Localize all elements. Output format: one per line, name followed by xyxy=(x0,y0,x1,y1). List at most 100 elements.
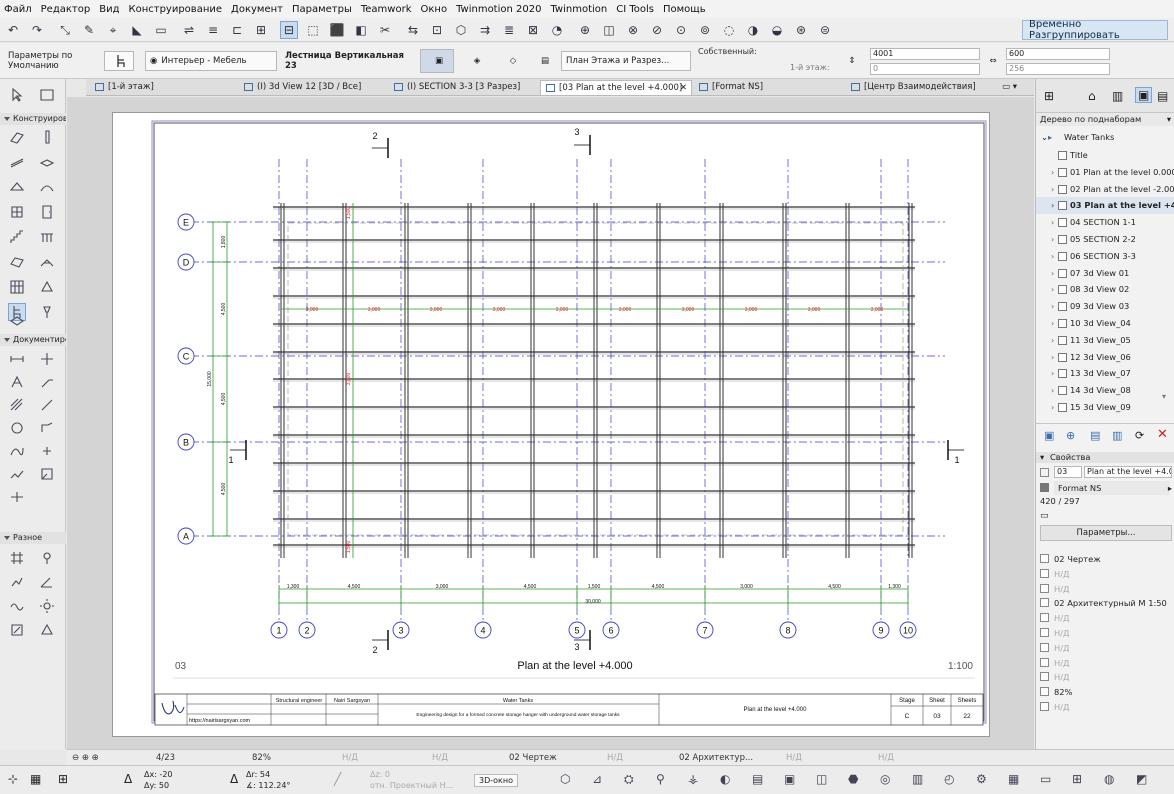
mesh-tool-icon[interactable] xyxy=(38,253,56,271)
menu-item[interactable]: Twinmotion xyxy=(550,4,607,15)
slab-tool-icon[interactable] xyxy=(38,153,56,171)
tab-menu-button[interactable]: ▭ ▾ xyxy=(998,80,1032,95)
delta-y[interactable]: Δy: 50 xyxy=(144,781,169,790)
layout-id-input[interactable]: 03 xyxy=(1054,466,1082,478)
menu-item[interactable]: CI Tools xyxy=(616,4,654,15)
gear-icon[interactable]: ⛭ xyxy=(624,772,634,787)
size-bottom-input[interactable]: 256 xyxy=(1006,63,1110,75)
snap-icon[interactable]: ⊟ xyxy=(280,21,298,39)
elevation-top-input[interactable]: 4001 xyxy=(870,48,980,60)
close-icon[interactable]: ⊗ xyxy=(624,21,642,39)
lamp-tool-icon[interactable] xyxy=(38,303,56,321)
plus-grid-icon[interactable]: ⊞ xyxy=(1072,772,1082,786)
curtain-wall-tool-icon[interactable] xyxy=(8,278,26,296)
properties-format-row[interactable]: Format NS ▸ xyxy=(1040,481,1172,495)
roof-tool-icon[interactable] xyxy=(8,178,26,196)
property-row[interactable]: Н/Д xyxy=(1040,670,1172,685)
target-icon[interactable]: ◎ xyxy=(880,772,890,786)
undo-view-icon[interactable]: ⊖ ⊕ ⊕ xyxy=(72,750,99,766)
property-row[interactable]: 02 Архитектурный М 1:50 xyxy=(1040,596,1172,611)
menu-item[interactable]: Twinmotion 2020 xyxy=(456,4,541,15)
publisher-icon[interactable]: ▤ xyxy=(1157,89,1168,103)
add-icon[interactable]: ⊕ xyxy=(576,21,594,39)
marker-icon[interactable]: ◔ xyxy=(548,21,566,39)
hex-icon[interactable]: ⬣ xyxy=(848,772,858,786)
wall-tool-icon[interactable] xyxy=(8,128,26,146)
section-icon[interactable]: ◈ xyxy=(458,49,492,73)
person-icon[interactable]: ⚶ xyxy=(688,772,698,786)
change-tool-icon[interactable] xyxy=(8,621,26,639)
floorplan-icon[interactable]: ▣ xyxy=(420,49,454,73)
tab-story[interactable]: [1-й этаж] xyxy=(90,80,230,95)
navigator-layout-item[interactable]: › 01 Plan at the level 0.000 xyxy=(1036,164,1174,181)
corner-icon[interactable]: ◩ xyxy=(1136,772,1147,786)
text-tool-icon[interactable] xyxy=(8,373,26,391)
layers-icon[interactable]: ≡ xyxy=(204,21,222,39)
beam-tool-icon[interactable] xyxy=(8,153,26,171)
pen-icon[interactable]: ▭ xyxy=(152,21,170,39)
layer-selector[interactable]: ◉ Интерьер - Мебель xyxy=(145,51,277,71)
navigator-layout-item[interactable]: › 14 3d View_08 xyxy=(1036,382,1174,399)
solid-icon[interactable]: ⬛ xyxy=(328,21,346,39)
properties-header[interactable]: ▾ Свойства xyxy=(1036,452,1174,463)
fill-tool-icon[interactable] xyxy=(8,396,26,414)
layer-combo-value[interactable]: 02 Чертеж xyxy=(509,750,557,766)
level-dim-tool-icon[interactable] xyxy=(38,350,56,368)
navigator-layout-item[interactable]: Title xyxy=(1036,147,1174,164)
snap-icon[interactable]: ⊹ xyxy=(8,772,18,786)
new-master-icon[interactable]: ▤ xyxy=(1090,429,1100,442)
shade-icon[interactable]: ◐ xyxy=(720,772,730,786)
panel-icon[interactable]: ◫ xyxy=(816,772,827,786)
navigator-layout-item[interactable]: › 08 3d View 02 xyxy=(1036,281,1174,298)
property-row[interactable]: Н/Д xyxy=(1040,626,1172,641)
arrow-icon[interactable]: ◣ xyxy=(128,21,146,39)
railing-tool-icon[interactable] xyxy=(38,228,56,246)
delta-r[interactable]: Δr: 54 xyxy=(246,770,270,779)
list-icon[interactable]: ≣ xyxy=(500,21,518,39)
navigator-layout-item[interactable]: › 06 SECTION 3-3 xyxy=(1036,248,1174,265)
tab-3d-view[interactable]: (I) 3d View 12 [3D / Все] xyxy=(239,80,387,95)
grid-icon[interactable]: ▦ xyxy=(30,772,41,786)
menu-item[interactable]: Конструирование xyxy=(128,4,222,15)
chair-icon[interactable] xyxy=(104,51,134,71)
layout-book-icon[interactable]: ▣ xyxy=(1135,87,1153,103)
scissors-icon[interactable]: ✂ xyxy=(376,21,394,39)
navigator-layout-item[interactable]: › 09 3d View 03 xyxy=(1036,298,1174,315)
angle-tool-icon[interactable] xyxy=(38,573,56,591)
property-row[interactable]: Н/Д xyxy=(1040,656,1172,671)
opening-tool-icon[interactable] xyxy=(8,312,26,330)
grid-icon[interactable]: ▦ xyxy=(1008,772,1019,786)
layers-icon[interactable]: ▥ xyxy=(912,772,923,786)
menu-item[interactable]: Teamwork xyxy=(361,4,412,15)
fill-icon[interactable]: ⬚ xyxy=(304,21,322,39)
scale-combo-value[interactable]: 02 Архитектур... xyxy=(679,750,753,766)
rect-icon[interactable]: ▭ xyxy=(1040,772,1051,786)
navigator-menu-icon[interactable]: ⊞ xyxy=(1044,89,1054,103)
layout-canvas[interactable]: 1 2 3 4 5 6 7 8 9 10 E D C B A 3,000 3,000 3,000 3,000 3,00… xyxy=(67,97,1034,749)
panel-icon[interactable]: ◫ xyxy=(600,21,618,39)
delta-z[interactable]: Δz: 0 xyxy=(370,770,390,779)
star-icon[interactable]: ⊛ xyxy=(792,21,810,39)
pointer-icon[interactable]: ⤡ xyxy=(56,21,74,39)
window-tool-icon[interactable] xyxy=(8,203,26,221)
dotted-icon[interactable]: ◌ xyxy=(720,21,738,39)
spline-tool-icon[interactable] xyxy=(8,442,26,460)
door-tool-icon[interactable] xyxy=(38,203,56,221)
page-indicator[interactable]: 4/23 xyxy=(156,750,175,766)
place-view-icon[interactable]: ▥ xyxy=(1112,429,1122,442)
navigator-layout-item[interactable]: › 02 Plan at the level -2.000 xyxy=(1036,181,1174,198)
figure-tool-icon[interactable] xyxy=(8,465,26,483)
figure-icon[interactable]: ⚲ xyxy=(656,772,665,786)
settings-icon[interactable]: ⚙ xyxy=(976,772,987,786)
menu-item[interactable]: Окно xyxy=(421,4,448,15)
cube-icon[interactable]: ⬡ xyxy=(560,772,570,786)
property-row[interactable]: Н/Д xyxy=(1040,611,1172,626)
suspend-icon[interactable]: ⇌ xyxy=(180,21,198,39)
toolbox-section-more[interactable]: Разное xyxy=(0,532,66,544)
worksheet-tool-icon[interactable] xyxy=(8,573,26,591)
polyline-tool-icon[interactable] xyxy=(38,419,56,437)
angle-value[interactable]: ∡: 112.24° xyxy=(246,781,290,790)
align-icon[interactable]: ⇆ xyxy=(404,21,422,39)
toolbox-section-design[interactable]: Конструирование xyxy=(0,113,66,125)
split-icon[interactable]: ◒ xyxy=(768,21,786,39)
